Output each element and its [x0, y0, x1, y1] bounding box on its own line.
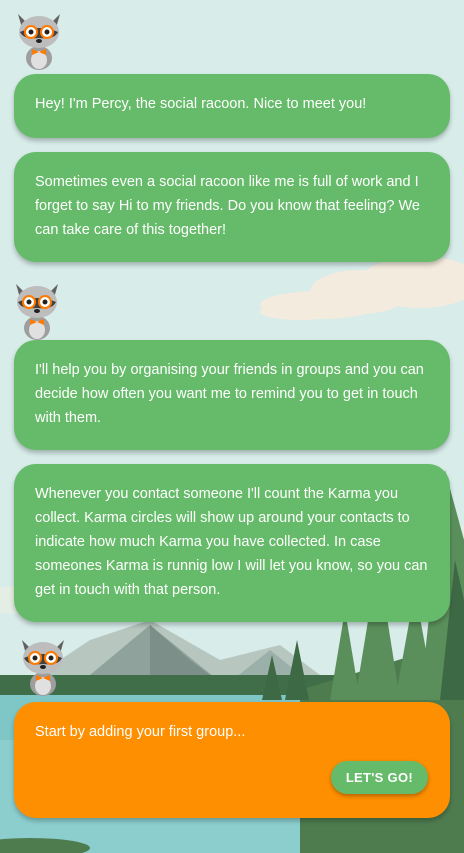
- raccoon-avatar-icon: [8, 278, 66, 340]
- raccoon-avatar-icon: [10, 8, 68, 70]
- prompt-text: Start by adding your first group...: [35, 724, 246, 740]
- message-bubble: Whenever you contact someone I'll count …: [14, 464, 450, 622]
- message-text: Hey! I'm Percy, the social racoon. Nice …: [35, 96, 367, 112]
- raccoon-avatar-icon: [14, 634, 72, 696]
- message-bubble: Sometimes even a social racoon like me i…: [14, 152, 450, 262]
- message-text: Sometimes even a social racoon like me i…: [35, 174, 420, 238]
- message-bubble: I'll help you by organising your friends…: [14, 340, 450, 450]
- prompt-bubble: Start by adding your first group... LET'…: [14, 702, 450, 818]
- message-text: Whenever you contact someone I'll count …: [35, 486, 428, 598]
- message-text: I'll help you by organising your friends…: [35, 362, 424, 426]
- lets-go-button[interactable]: LET'S GO!: [330, 761, 428, 794]
- message-bubble: Hey! I'm Percy, the social racoon. Nice …: [14, 74, 450, 138]
